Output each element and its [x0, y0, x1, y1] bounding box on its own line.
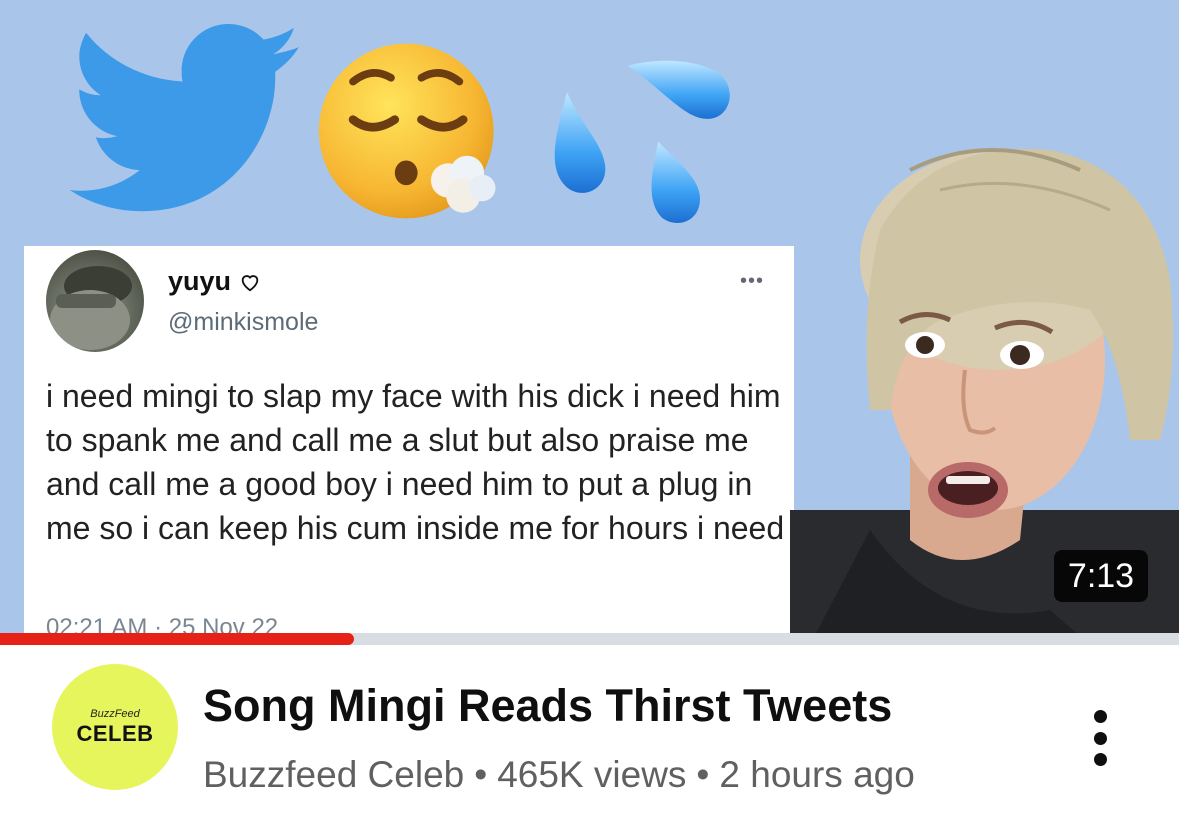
video-title[interactable]: Song Mingi Reads Thirst Tweets	[203, 680, 892, 732]
more-options-button[interactable]	[1088, 710, 1112, 766]
tweet-text: i need mingi to slap my face with his di…	[46, 378, 785, 546]
tweet-card: yuyu @minkismole ••• i need mingi to sla…	[24, 246, 794, 645]
kebab-dot	[1093, 731, 1107, 745]
twitter-bird-icon	[70, 24, 301, 212]
meta-separator: •	[474, 754, 488, 795]
kebab-dot	[1093, 753, 1107, 766]
watch-progress-bar	[0, 633, 354, 645]
view-count: 465K views	[497, 754, 687, 795]
meta-separator: •	[696, 754, 710, 795]
video-thumbnail[interactable]: yuyu @minkismole ••• i need mingi to sla…	[0, 0, 1179, 645]
channel-avatar-big-text: CELEB	[76, 720, 154, 746]
kebab-dot	[1093, 710, 1107, 723]
video-metadata: Buzzfeed Celeb • 465K views • 2 hours ago	[203, 754, 915, 796]
tweet-avatar	[46, 250, 144, 352]
channel-avatar-small-text: BuzzFeed	[90, 707, 140, 720]
channel-avatar[interactable]: BuzzFeed CELEB	[52, 664, 178, 790]
tweet-handle: @minkismole	[168, 308, 319, 336]
heart-outline-icon	[241, 274, 259, 291]
channel-name[interactable]: Buzzfeed Celeb	[203, 754, 464, 795]
emoji-row	[0, 0, 800, 250]
duration-badge: 7:13	[1054, 550, 1148, 602]
tweet-author: yuyu	[168, 266, 261, 297]
more-dots-icon: •••	[739, 270, 764, 292]
upload-age: 2 hours ago	[719, 754, 915, 795]
sweat-droplets-emoji	[554, 60, 730, 223]
sighing-face-emoji	[318, 43, 496, 219]
tweet-author-name: yuyu	[168, 266, 232, 296]
